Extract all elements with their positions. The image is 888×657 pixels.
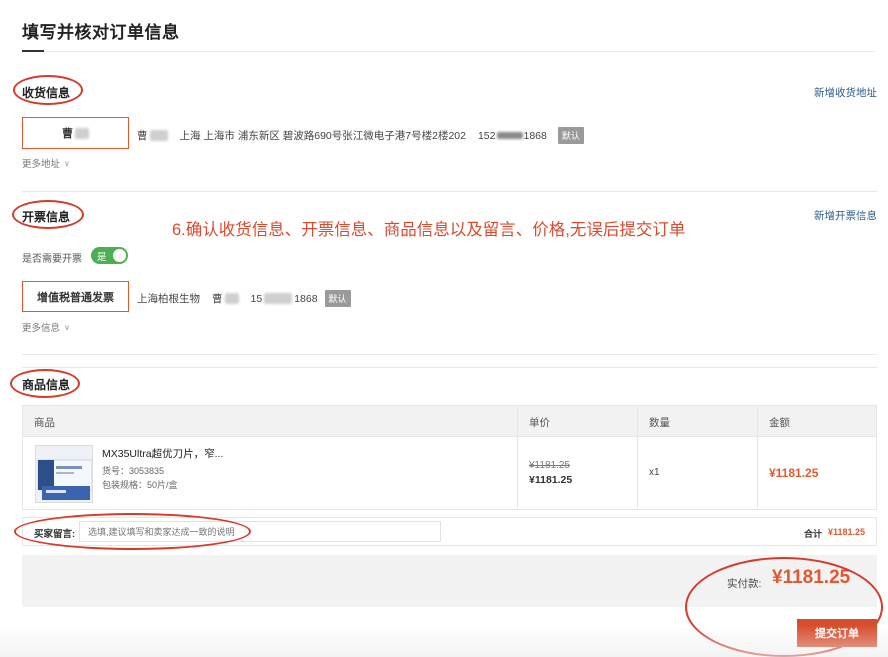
section-divider <box>22 191 877 192</box>
invoice-toggle[interactable]: 是 <box>91 247 128 264</box>
annotation-circle-invoice <box>12 200 84 229</box>
toggle-label: 是 <box>97 251 107 263</box>
recipient-name: 曹 <box>137 130 148 142</box>
line-amount: ¥1181.25 <box>769 466 819 480</box>
product-name[interactable]: MX35Ultra超优刀片，窄... <box>102 446 223 461</box>
more-invoices-label: 更多信息 <box>22 323 61 334</box>
invoice-contact: 曹 <box>212 293 223 305</box>
product-spec: 包装规格：50片/盒 <box>102 480 178 490</box>
quantity: x1 <box>649 467 660 478</box>
invoice-needed-label: 是否需要开票 <box>22 254 82 265</box>
annotation-circle-products <box>10 369 80 398</box>
unit-price: ¥1181.25 <box>529 474 573 486</box>
redacted-phone <box>264 293 293 304</box>
table-header: 商品 单价 数量 金额 <box>23 406 876 436</box>
toggle-knob <box>113 249 126 262</box>
invoice-phone-prefix: 15 <box>250 292 263 305</box>
col-header-unit-price: 单价 <box>529 417 550 429</box>
phone-suffix: 1868 <box>523 129 547 142</box>
redacted-name <box>75 127 89 139</box>
invoice-line: 上海柏根生物 曹 15 1868 默认 <box>137 290 351 307</box>
section-divider <box>22 354 877 355</box>
more-invoices-toggle[interactable]: 更多信息 ∨ <box>22 320 70 335</box>
chevron-down-icon: ∨ <box>64 158 70 168</box>
more-addresses-label: 更多地址 <box>22 159 61 170</box>
title-divider <box>44 51 876 52</box>
products-table: 商品 单价 数量 金额 MX35Ultra超优刀片，窄... 货号：305383… <box>22 405 877 510</box>
more-addresses-toggle[interactable]: 更多地址 ∨ <box>22 156 70 171</box>
instruction-annotation: 6.确认收货信息、开票信息、商品信息以及留言、价格,无误后提交订单 <box>172 221 686 239</box>
annotation-circle-message <box>14 513 251 550</box>
address-line: 曹 上海 上海市 浦东新区 碧波路690号张江微电子港7号楼2楼202 152 … <box>137 127 584 144</box>
selected-address-card[interactable]: 曹 <box>22 117 129 149</box>
title-underline <box>22 50 44 52</box>
redacted-phone <box>496 132 523 139</box>
redacted-name <box>224 293 239 304</box>
chevron-down-icon: ∨ <box>64 322 70 332</box>
table-row: MX35Ultra超优刀片，窄... 货号：3053835 包装规格：50片/盒… <box>23 436 876 509</box>
phone-prefix: 152 <box>477 129 496 142</box>
product-thumbnail[interactable] <box>35 445 93 503</box>
invoice-phone-suffix: 1868 <box>294 292 318 305</box>
recipient-address: 上海 上海市 浦东新区 碧波路690号张江微电子港7号楼2楼202 <box>179 130 466 142</box>
submit-order-button[interactable]: 提交订单 <box>797 619 877 647</box>
col-header-quantity: 数量 <box>649 417 670 429</box>
add-address-link[interactable]: 新增收货地址 <box>814 85 877 100</box>
default-badge: 默认 <box>557 127 584 144</box>
section-divider <box>22 367 877 368</box>
invoice-company: 上海柏根生物 <box>137 293 200 305</box>
col-header-amount: 金额 <box>769 417 790 429</box>
subtotal-value: ¥1181.25 <box>828 527 866 537</box>
original-price: ¥1181.25 <box>529 460 570 471</box>
add-invoice-link[interactable]: 新增开票信息 <box>814 208 877 223</box>
invoice-type-card[interactable]: 增值税普通发票 <box>22 281 129 312</box>
default-badge: 默认 <box>324 290 351 307</box>
annotation-circle-shipping <box>13 75 83 105</box>
redacted-name <box>149 130 168 141</box>
col-header-product: 商品 <box>34 417 55 429</box>
subtotal-label: 合计 <box>804 529 823 539</box>
product-sku: 货号：3053835 <box>102 466 165 476</box>
address-card-name: 曹 <box>62 128 73 140</box>
product-box-image <box>36 446 92 502</box>
page-title: 填写并核对订单信息 <box>22 23 180 42</box>
